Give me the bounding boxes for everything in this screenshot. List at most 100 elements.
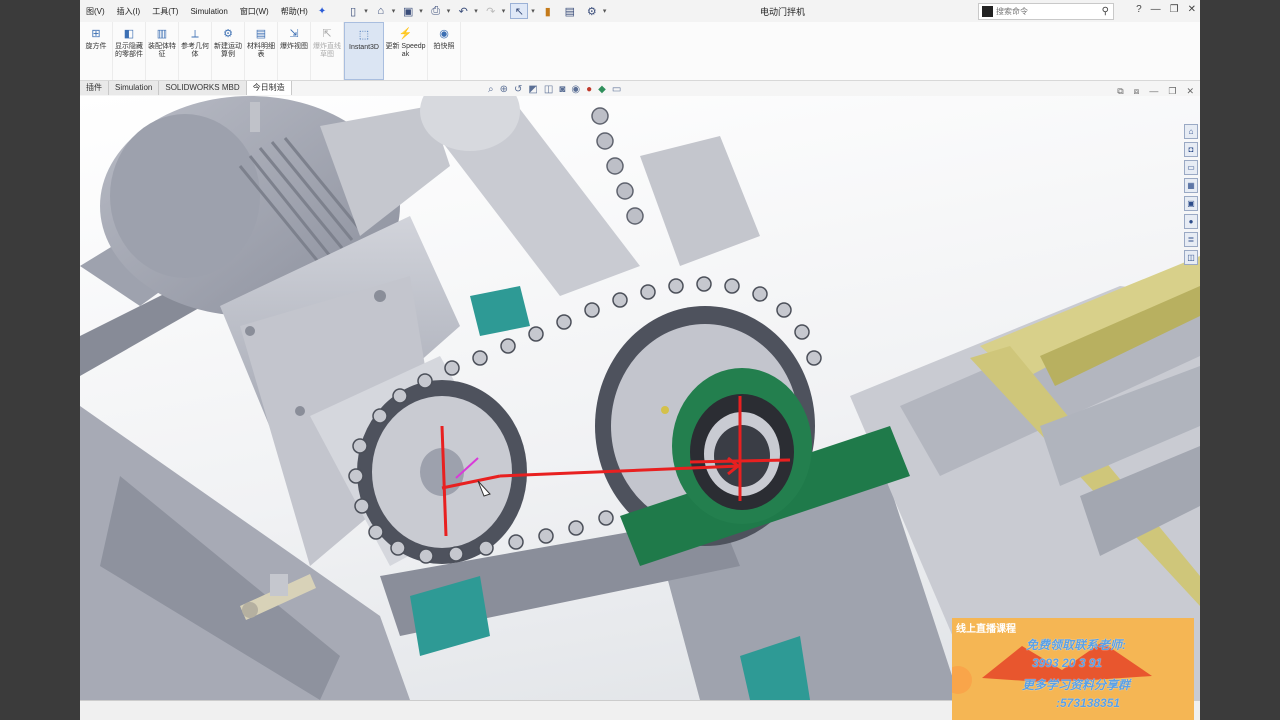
zoom-area-icon[interactable]: ⊕ — [500, 84, 508, 95]
chevron-down-icon[interactable]: ▾ — [474, 7, 478, 15]
help-icon[interactable]: ? — [1136, 4, 1142, 15]
file-properties-icon[interactable]: ▤ — [562, 4, 578, 18]
options-icon[interactable]: ⚙ — [584, 4, 600, 18]
cmd-bom[interactable]: ▤ 材料明细表 — [245, 22, 278, 80]
command-search[interactable]: 搜索命令 ⚲ — [978, 3, 1114, 20]
close-icon[interactable]: ✕ — [1188, 4, 1196, 15]
quick-access-toolbar: ▯ ▾ ⌂ ▾ ▣ ▾ ⎙ ▾ ↶ ▾ ↷ ▾ ↖ ▾ ▮ ▤ ⚙ ▾ — [342, 3, 608, 19]
new-document-icon[interactable]: ▯ — [345, 4, 361, 18]
chevron-down-icon[interactable]: ▾ — [364, 7, 368, 15]
section-view-icon[interactable]: ◩ — [528, 84, 537, 95]
cmd-label: 材料明细表 — [247, 43, 275, 58]
chevron-down-icon[interactable]: ▾ — [603, 7, 607, 15]
promo-overlay: 线上直播课程 免费领取联系老师: 3993 20 3 91 更多学习资料分享群 … — [952, 618, 1194, 720]
cmd-label: Instant3D — [349, 44, 379, 51]
task-pane-tabs: ⌂ ◘ ▭ ▦ ▣ ● ≣ ◫ — [1184, 124, 1198, 265]
rebuild-icon[interactable]: ▮ — [540, 4, 556, 18]
tab-mbd[interactable]: SOLIDWORKS MBD — [159, 81, 247, 95]
search-scope-icon[interactable] — [982, 6, 993, 17]
upper-chain — [591, 107, 644, 225]
select-icon[interactable]: ↖ — [510, 3, 529, 19]
cmd-explode-sketch[interactable]: ⇱ 爆炸直线草图 — [311, 22, 344, 80]
chevron-down-icon[interactable]: ▾ — [419, 7, 423, 15]
cmd-speedpak[interactable]: ⚡ 更新 Speedpak — [384, 22, 428, 80]
cmd-snapshot[interactable]: ◉ 拍快照 — [428, 22, 461, 80]
right-letterbox — [1200, 0, 1280, 720]
promo-line-1: 免费领取联系老师: — [1026, 638, 1126, 652]
appearances-icon[interactable]: ● — [1184, 214, 1198, 229]
hide-show-icon[interactable]: ◉ — [571, 84, 580, 95]
previous-view-icon[interactable]: ↺ — [514, 84, 522, 95]
restore-icon[interactable]: ❐ — [1170, 4, 1179, 15]
left-letterbox — [0, 0, 80, 720]
drive-sprocket — [357, 380, 527, 564]
cmd-label: 拍快照 — [433, 43, 455, 50]
menu-help[interactable]: 帮助(H) — [275, 6, 314, 17]
reference-geometry-icon: ⟂ — [191, 28, 199, 40]
pin-icon[interactable]: ✦ — [314, 6, 330, 17]
menu-simulation[interactable]: Simulation — [184, 7, 233, 16]
heads-up-toolbar: ⌕ ⊕ ↺ ◩ ◫ ◙ ◉ ● ◆ ▭ — [488, 84, 621, 95]
cmd-mate[interactable]: ⊞ 旋方件 — [80, 22, 113, 80]
view-orientation-icon[interactable]: ◫ — [544, 84, 553, 95]
chevron-down-icon[interactable]: ▾ — [531, 7, 535, 15]
print-icon[interactable]: ⎙ — [428, 4, 444, 18]
snapshot-icon: ◉ — [439, 28, 449, 40]
speedpak-icon: ⚡ — [398, 28, 413, 40]
search-icon[interactable]: ⚲ — [1102, 6, 1109, 17]
promo-line-4: :573138351 — [1056, 696, 1121, 710]
cmd-show-hidden[interactable]: ◧ 显示隐藏的零部件 — [113, 22, 146, 80]
custom-properties-icon[interactable]: ≣ — [1184, 232, 1198, 247]
cmd-label: 更新 Speedpak — [385, 43, 426, 58]
mate-icon: ⊞ — [91, 28, 101, 40]
tab-simulation[interactable]: Simulation — [109, 81, 160, 95]
appearance-icon[interactable]: ● — [586, 84, 592, 95]
assembly-feature-icon: ▥ — [156, 28, 168, 40]
cmd-label: 旋方件 — [85, 43, 107, 50]
cmd-motion-study[interactable]: ⚙ 新建运动算例 — [212, 22, 245, 80]
cmd-assembly-feature[interactable]: ▥ 装配体特征 — [146, 22, 179, 80]
cmd-label: 显示隐藏的零部件 — [115, 43, 143, 58]
drive-shaft — [420, 96, 640, 296]
menu-tools[interactable]: 工具(T) — [146, 6, 184, 17]
design-library-icon[interactable]: ▭ — [1184, 160, 1198, 175]
home-icon[interactable]: ⌂ — [1184, 124, 1198, 139]
command-tabs: 插件 Simulation SOLIDWORKS MBD 今日制造 — [80, 81, 292, 95]
command-manager: ⊞ 旋方件 ◧ 显示隐藏的零部件 ▥ 装配体特征 ⟂ 参考几何体 ⚙ 新建运动算例 ▤ 材料… — [80, 22, 1200, 81]
cmd-reference-geometry[interactable]: ⟂ 参考几何体 — [179, 22, 212, 80]
menu-view[interactable]: 图(V) — [80, 6, 111, 17]
menu-bar: 图(V) 插入(I) 工具(T) Simulation 窗口(W) 帮助(H) … — [80, 0, 1200, 22]
cmd-label: 爆炸直线草图 — [313, 43, 341, 58]
bom-icon: ▤ — [255, 28, 267, 40]
search-placeholder[interactable]: 搜索命令 — [996, 6, 1102, 17]
redo-icon[interactable]: ↷ — [483, 4, 499, 18]
display-style-icon[interactable]: ◙ — [559, 84, 565, 95]
tab-addins[interactable]: 插件 — [80, 81, 109, 95]
chevron-down-icon[interactable]: ▾ — [502, 7, 506, 15]
menu-window[interactable]: 窗口(W) — [234, 6, 275, 17]
zoom-fit-icon[interactable]: ⌕ — [488, 84, 494, 95]
resources-icon[interactable]: ◘ — [1184, 142, 1198, 157]
tab-manufacturing[interactable]: 今日制造 — [246, 81, 292, 95]
show-hidden-icon: ◧ — [123, 28, 135, 40]
scene-icon[interactable]: ◆ — [598, 84, 606, 95]
view-settings-icon[interactable]: ▭ — [612, 84, 621, 95]
graphics-area[interactable] — [80, 96, 1200, 700]
minimize-icon[interactable]: — — [1151, 4, 1161, 15]
chevron-down-icon[interactable]: ▾ — [447, 7, 451, 15]
open-icon[interactable]: ⌂ — [373, 4, 389, 18]
cmd-explode[interactable]: ⇲ 爆炸视图 — [278, 22, 311, 80]
instant3d-icon: ⬚ — [358, 29, 370, 41]
save-icon[interactable]: ▣ — [400, 4, 416, 18]
promo-line-2: 3993 20 3 91 — [1032, 656, 1103, 670]
cmd-label: 参考几何体 — [181, 43, 209, 58]
menu-insert[interactable]: 插入(I) — [111, 6, 147, 17]
file-explorer-icon[interactable]: ▦ — [1184, 178, 1198, 193]
undo-icon[interactable]: ↶ — [455, 4, 471, 18]
chevron-down-icon[interactable]: ▾ — [392, 7, 396, 15]
cmd-instant3d[interactable]: ⬚ Instant3D — [344, 22, 384, 80]
forum-icon[interactable]: ◫ — [1184, 250, 1198, 265]
view-palette-icon[interactable]: ▣ — [1184, 196, 1198, 211]
assembly-model[interactable] — [80, 96, 1200, 700]
promo-line-3: 更多学习资料分享群 — [1022, 678, 1131, 692]
